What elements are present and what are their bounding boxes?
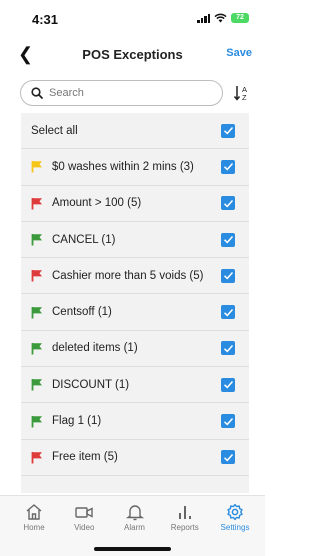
list-item[interactable]: Centsoff (1) <box>21 294 249 331</box>
list-item[interactable]: CANCEL (1) <box>21 222 249 259</box>
list-item[interactable]: Cashier more than 5 voids (5) <box>21 258 249 295</box>
select-all-row[interactable]: Select all <box>21 113 249 150</box>
signal-icon <box>197 13 210 23</box>
flag-icon <box>31 451 42 464</box>
sort-az-icon[interactable]: A Z <box>233 83 253 103</box>
status-bar: 4:31 72 <box>0 0 265 34</box>
tab-reports[interactable]: Reports <box>165 496 205 532</box>
home-indicator <box>94 547 171 551</box>
tab-label: Alarm <box>124 523 145 532</box>
item-checkbox[interactable] <box>221 268 235 283</box>
list-item-label: CANCEL (1) <box>52 233 116 246</box>
save-button[interactable]: Save <box>226 47 252 59</box>
item-checkbox[interactable] <box>221 232 235 247</box>
flag-icon <box>31 342 42 355</box>
list-item-label: Flag 1 (1) <box>52 415 102 428</box>
list-item[interactable]: deleted items (1) <box>21 331 249 368</box>
flag-icon <box>31 161 42 173</box>
check-icon <box>223 417 233 425</box>
list-item-label: deleted items (1) <box>52 342 138 355</box>
exceptions-list: Select all $0 washes within 2 mins (3) Am… <box>21 113 249 493</box>
status-time: 4:31 <box>32 12 59 27</box>
flag-icon <box>31 415 42 428</box>
select-all-checkbox[interactable] <box>221 123 235 138</box>
check-icon <box>223 127 233 135</box>
item-checkbox[interactable] <box>221 305 235 320</box>
flag-icon <box>31 197 42 210</box>
list-item-label: $0 washes within 2 mins (3) <box>52 160 194 173</box>
list-item-label: Amount > 100 (5) <box>52 197 142 210</box>
check-icon <box>223 163 233 171</box>
item-checkbox[interactable] <box>221 159 235 174</box>
list-item[interactable]: $0 washes within 2 mins (3) <box>21 149 249 186</box>
list-item[interactable]: DISCOUNT (1) <box>21 367 249 404</box>
item-checkbox[interactable] <box>221 414 235 429</box>
tab-label: Settings <box>220 523 250 532</box>
tab-video[interactable]: Video <box>64 496 104 532</box>
svg-text:Z: Z <box>242 93 247 102</box>
home-icon <box>26 504 42 520</box>
gear-icon <box>227 503 243 521</box>
search-input[interactable] <box>49 87 199 99</box>
tab-label: Home <box>23 523 45 532</box>
check-icon <box>223 236 233 244</box>
item-checkbox[interactable] <box>221 341 235 356</box>
nav-bar: ❮ POS Exceptions Save <box>0 36 265 72</box>
bar-chart-icon <box>178 506 191 519</box>
list-item[interactable]: Free item (5) <box>21 440 249 476</box>
check-icon <box>223 344 233 353</box>
check-icon <box>223 381 233 389</box>
flag-icon <box>31 379 42 391</box>
tab-home[interactable]: Home <box>14 496 54 532</box>
battery-icon: 72 <box>231 13 249 23</box>
flag-icon <box>31 234 42 246</box>
tab-label: Video <box>74 523 95 532</box>
list-item[interactable]: Flag 1 (1) <box>21 403 249 440</box>
check-icon <box>223 308 233 317</box>
list-item-label: Free item (5) <box>52 451 118 464</box>
select-all-label: Select all <box>31 124 78 137</box>
check-icon <box>223 199 233 208</box>
search-icon <box>31 87 43 99</box>
wifi-icon <box>214 13 227 23</box>
list-item-label: DISCOUNT (1) <box>52 378 130 391</box>
list-item-label: Centsoff (1) <box>52 306 112 319</box>
tab-settings[interactable]: Settings <box>215 496 255 532</box>
list-item[interactable]: Amount > 100 (5) <box>21 186 249 222</box>
list-item-label: Cashier more than 5 voids (5) <box>52 269 204 282</box>
check-icon <box>223 453 233 462</box>
tab-label: Reports <box>170 523 199 532</box>
item-checkbox[interactable] <box>221 450 235 465</box>
flag-icon <box>31 270 42 282</box>
bell-icon <box>125 505 144 521</box>
check-icon <box>223 272 233 280</box>
tab-alarm[interactable]: Alarm <box>115 496 155 532</box>
status-icons: 72 <box>197 13 249 23</box>
video-icon <box>75 507 93 518</box>
item-checkbox[interactable] <box>221 377 235 392</box>
page-title: POS Exceptions <box>82 47 183 62</box>
search-box[interactable] <box>20 80 223 106</box>
item-checkbox[interactable] <box>221 196 235 211</box>
flag-icon <box>31 306 42 319</box>
